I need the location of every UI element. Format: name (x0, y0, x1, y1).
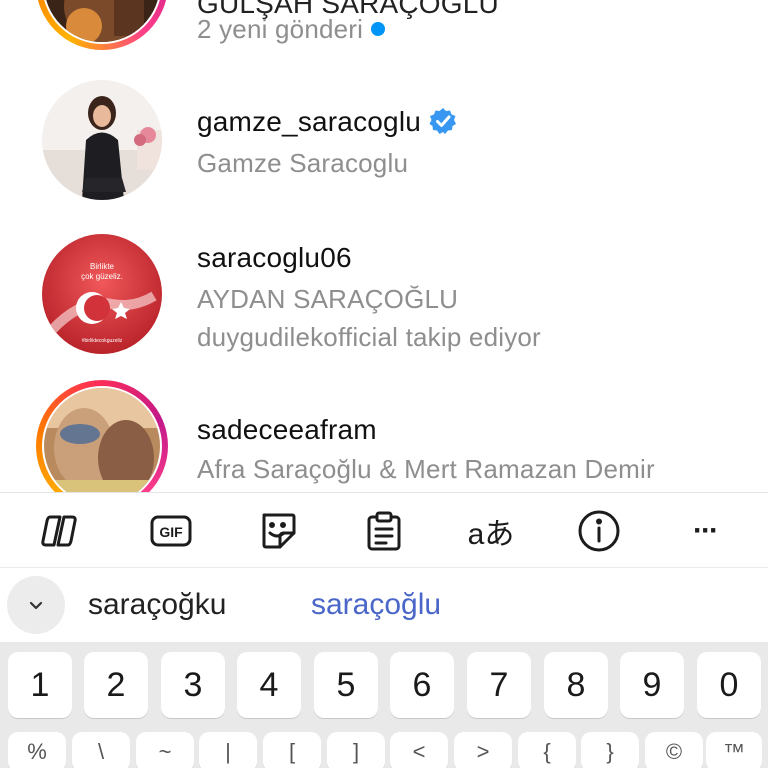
clipboard-icon[interactable] (360, 507, 408, 555)
search-results-list: GÜLŞAH SARAÇOĞLU 2 yeni gönderi gamze_sa… (0, 0, 768, 492)
key-8[interactable]: 8 (544, 652, 608, 718)
gif-label: GIF (159, 524, 183, 540)
avatar (44, 388, 160, 492)
avatar-caption: Birlikte çok güzeliz. (42, 262, 162, 282)
key-tilde[interactable]: ~ (136, 732, 194, 768)
key-right-brace[interactable]: } (581, 732, 639, 768)
username-text: gamze_saracoglu (197, 106, 422, 137)
key-4[interactable]: 4 (237, 652, 301, 718)
avatar (44, 0, 160, 42)
story-ring (36, 380, 168, 492)
key-5[interactable]: 5 (314, 652, 378, 718)
key-pipe[interactable]: | (199, 732, 257, 768)
suggestion-word-2[interactable]: saraçoğlu (311, 588, 441, 622)
gif-icon[interactable]: GIF (147, 507, 195, 555)
result-row-gulsah[interactable]: GÜLŞAH SARAÇOĞLU 2 yeni gönderi (0, 0, 768, 58)
result-row-gamze[interactable]: gamze_saracoglu Gamze Saracoglu (0, 80, 768, 212)
key-left-brace[interactable]: { (518, 732, 576, 768)
key-trademark[interactable]: ™ (706, 732, 762, 768)
result-row-sadeceeafram[interactable]: sadeceeafram Afra Saraçoğlu & Mert Ramaz… (0, 380, 768, 492)
keyboard-toolbar: GIF aあ ··· (0, 492, 768, 568)
result-fullname: Gamze Saracoglu (197, 148, 409, 178)
key-right-bracket[interactable]: ] (327, 732, 385, 768)
avatar-caption-line2: çok güzeliz. (81, 272, 123, 281)
avatar-caption-line1: Birlikte (89, 262, 114, 271)
key-copyright[interactable]: © (645, 732, 703, 768)
collapse-keyboard-button[interactable] (7, 576, 65, 634)
key-0[interactable]: 0 (697, 652, 761, 718)
result-username: gamze_saracoglu (197, 106, 457, 138)
result-subtitle: 2 yeni gönderi (197, 14, 386, 45)
key-percent[interactable]: % (8, 732, 66, 768)
key-9[interactable]: 9 (620, 652, 684, 718)
result-username: sadeceeafram (197, 414, 377, 445)
key-3[interactable]: 3 (161, 652, 225, 718)
new-posts-label: 2 yeni gönderi (197, 14, 364, 44)
avatar: Birlikte çok güzeliz. #birliktecokguzeli… (42, 234, 162, 354)
key-2[interactable]: 2 (84, 652, 148, 718)
key-backslash[interactable]: \ (72, 732, 130, 768)
story-ring (36, 0, 168, 50)
suggestion-word-1[interactable]: saraçoğku (88, 588, 226, 622)
key-left-bracket[interactable]: [ (263, 732, 321, 768)
avatar (42, 80, 162, 200)
result-fullname: AYDAN SARAÇOĞLU (197, 284, 459, 314)
key-1[interactable]: 1 (8, 652, 72, 718)
info-icon[interactable] (575, 507, 623, 555)
verified-badge-icon (429, 108, 457, 134)
result-username: saracoglu06 (197, 242, 352, 273)
result-row-saracoglu06[interactable]: Birlikte çok güzeliz. #birliktecokguzeli… (0, 234, 768, 364)
key-6[interactable]: 6 (390, 652, 454, 718)
copilot-icon[interactable] (38, 507, 86, 555)
sticker-icon[interactable] (254, 507, 302, 555)
result-followed-by: duygudilekofficial takip ediyor (197, 322, 541, 352)
chevron-down-icon (29, 601, 43, 610)
keyboard: 1 2 3 4 5 6 7 8 9 0 % \ ~ | [ ] < > { } … (0, 642, 768, 768)
translate-icon[interactable]: aあ (467, 507, 515, 555)
avatar-hashtag: #birliktecokguzeliz (81, 338, 123, 344)
suggestion-strip: saraçoğku saraçoğlu (0, 568, 768, 642)
key-greater-than[interactable]: > (454, 732, 512, 768)
more-icon[interactable]: ··· (681, 507, 729, 555)
new-post-dot (371, 22, 386, 36)
key-7[interactable]: 7 (467, 652, 531, 718)
result-fullname: Afra Saraçoğlu & Mert Ramazan Demir (197, 454, 655, 484)
key-less-than[interactable]: < (390, 732, 448, 768)
